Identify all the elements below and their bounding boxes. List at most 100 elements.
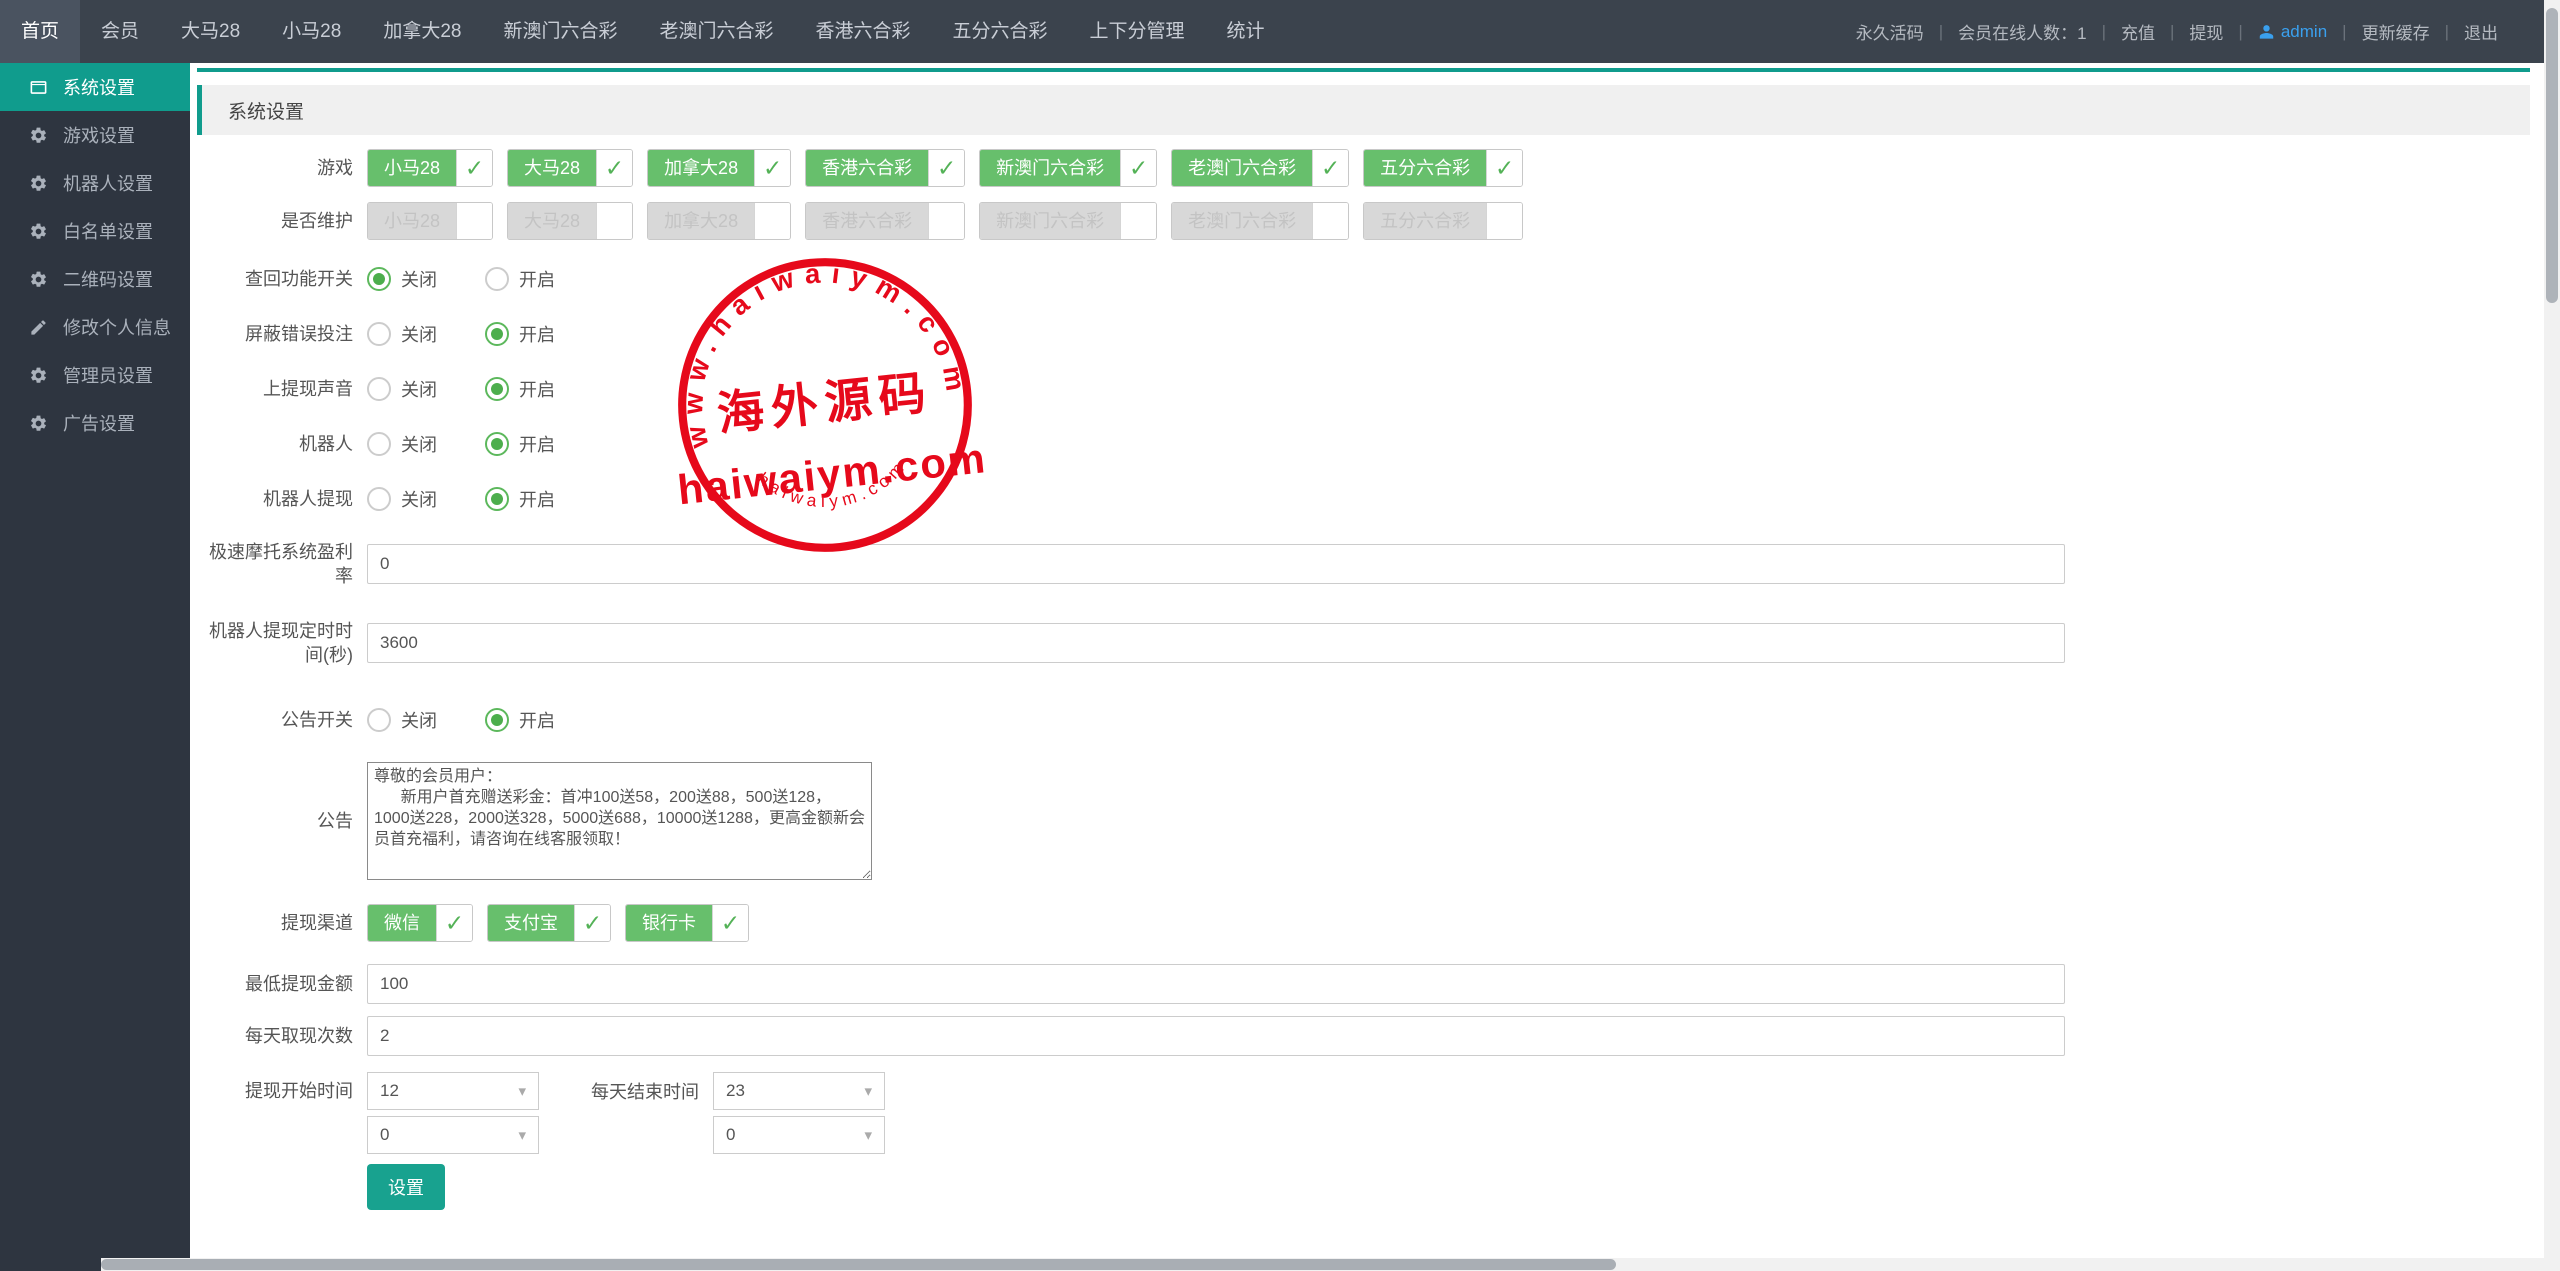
xiaoma28-toggle[interactable]: 小马28 xyxy=(367,202,493,240)
withdraw-sound-row: 上提现声音 关闭 开启 xyxy=(197,376,2530,402)
nav-item-label: 上下分管理 xyxy=(1090,21,1185,42)
check-icon[interactable] xyxy=(1312,203,1348,239)
nav-item-label: 会员 xyxy=(101,21,139,42)
form-label: 是否维护 xyxy=(197,209,353,233)
check-icon[interactable] xyxy=(456,203,492,239)
radio-on[interactable] xyxy=(485,267,509,291)
check-icon[interactable]: ✓ xyxy=(456,150,492,186)
withdraw-end-minute-select[interactable]: 0 ▾ xyxy=(713,1116,885,1154)
logout-link[interactable]: 退出 xyxy=(2464,19,2498,44)
radio-on[interactable] xyxy=(485,322,509,346)
toggle-label: 新澳门六合彩 xyxy=(980,150,1120,186)
radio-on-label: 开启 xyxy=(519,266,555,292)
nav-item-hongkong-lottery[interactable]: 香港六合彩 xyxy=(794,0,931,63)
radio-off[interactable] xyxy=(367,432,391,456)
vertical-scrollbar-thumb[interactable] xyxy=(2546,8,2558,303)
withdraw-end-hour-select[interactable]: 23 ▾ xyxy=(713,1072,885,1110)
daily-withdraw-count-input[interactable] xyxy=(367,1016,2065,1056)
nav-item-stats[interactable]: 统计 xyxy=(1206,0,1286,63)
radio-off[interactable] xyxy=(367,487,391,511)
nav-item-home[interactable]: 首页 xyxy=(0,0,80,63)
check-icon[interactable]: ✓ xyxy=(754,150,790,186)
bankcard-toggle[interactable]: 银行卡 ✓ xyxy=(625,904,749,942)
check-icon[interactable]: ✓ xyxy=(928,150,964,186)
wufen-toggle[interactable]: 五分六合彩 xyxy=(1363,202,1523,240)
dama28-toggle[interactable]: 大马28 ✓ xyxy=(507,149,633,187)
perma-link[interactable]: 永久活码 xyxy=(1856,19,1924,44)
sidebar-item-admin-settings[interactable]: 管理员设置 xyxy=(0,351,190,399)
check-icon[interactable] xyxy=(1486,203,1522,239)
wufen-toggle[interactable]: 五分六合彩 ✓ xyxy=(1363,149,1523,187)
radio-on[interactable] xyxy=(485,432,509,456)
vertical-scrollbar[interactable] xyxy=(2544,0,2560,1258)
horizontal-scrollbar-thumb[interactable] xyxy=(101,1259,1616,1270)
check-icon[interactable] xyxy=(596,203,632,239)
alipay-toggle[interactable]: 支付宝 ✓ xyxy=(487,904,611,942)
check-icon[interactable] xyxy=(928,203,964,239)
radio-off-label: 关闭 xyxy=(401,266,437,292)
withdraw-start-hour-select[interactable]: 12 ▾ xyxy=(367,1072,539,1110)
sidebar-item-system-settings[interactable]: 系统设置 xyxy=(0,63,190,111)
canada28-toggle[interactable]: 加拿大28 ✓ xyxy=(647,149,791,187)
check-icon[interactable]: ✓ xyxy=(1312,150,1348,186)
wechat-toggle[interactable]: 微信 ✓ xyxy=(367,904,473,942)
radio-on[interactable] xyxy=(485,708,509,732)
withdraw-link[interactable]: 提现 xyxy=(2189,19,2223,44)
nav-item-new-macau-lottery[interactable]: 新澳门六合彩 xyxy=(482,0,638,63)
horizontal-scrollbar[interactable] xyxy=(0,1258,2560,1271)
nav-item-updown-manage[interactable]: 上下分管理 xyxy=(1069,0,1206,63)
toggle-label: 加拿大28 xyxy=(648,150,754,186)
radio-off[interactable] xyxy=(367,267,391,291)
check-icon[interactable]: ✓ xyxy=(1486,150,1522,186)
sidebar-item-label: 机器人设置 xyxy=(63,170,153,196)
nav-item-xiaoma28[interactable]: 小马28 xyxy=(261,0,362,63)
radio-off[interactable] xyxy=(367,377,391,401)
submit-button[interactable]: 设置 xyxy=(367,1164,445,1210)
chevron-down-icon: ▾ xyxy=(518,1082,526,1100)
old-macau-toggle[interactable]: 老澳门六合彩 xyxy=(1171,202,1349,240)
refresh-cache-link[interactable]: 更新缓存 xyxy=(2362,19,2430,44)
radio-off[interactable] xyxy=(367,708,391,732)
recharge-link[interactable]: 充值 xyxy=(2121,19,2155,44)
profit-rate-input[interactable] xyxy=(367,544,2065,584)
nav-item-wufen-lottery[interactable]: 五分六合彩 xyxy=(932,0,1069,63)
dama28-toggle[interactable]: 大马28 xyxy=(507,202,633,240)
check-icon[interactable]: ✓ xyxy=(1120,150,1156,186)
hongkong-toggle[interactable]: 香港六合彩 xyxy=(805,202,965,240)
toggle-label: 支付宝 xyxy=(488,905,574,941)
check-icon[interactable] xyxy=(1120,203,1156,239)
sidebar-item-whitelist-settings[interactable]: 白名单设置 xyxy=(0,207,190,255)
nav-item-label: 新澳门六合彩 xyxy=(503,21,617,42)
new-macau-toggle[interactable]: 新澳门六合彩 xyxy=(979,202,1157,240)
admin-menu[interactable]: admin xyxy=(2258,22,2327,42)
sidebar-item-ad-settings[interactable]: 广告设置 xyxy=(0,399,190,447)
radio-off-label: 关闭 xyxy=(401,376,437,402)
old-macau-toggle[interactable]: 老澳门六合彩 ✓ xyxy=(1171,149,1349,187)
hongkong-toggle[interactable]: 香港六合彩 ✓ xyxy=(805,149,965,187)
nav-item-dama28[interactable]: 大马28 xyxy=(160,0,261,63)
nav-item-old-macau-lottery[interactable]: 老澳门六合彩 xyxy=(638,0,794,63)
new-macau-toggle[interactable]: 新澳门六合彩 ✓ xyxy=(979,149,1157,187)
notice-textarea[interactable]: 尊敬的会员用户： 新用户首充赠送彩金：首冲100送58，200送88，500送1… xyxy=(367,762,872,880)
xiaoma28-toggle[interactable]: 小马28 ✓ xyxy=(367,149,493,187)
min-withdraw-input[interactable] xyxy=(367,964,2065,1004)
sidebar-item-edit-profile[interactable]: 修改个人信息 xyxy=(0,303,190,351)
withdraw-start-minute-select[interactable]: 0 ▾ xyxy=(367,1116,539,1154)
nav-item-canada28[interactable]: 加拿大28 xyxy=(362,0,482,63)
nav-item-members[interactable]: 会员 xyxy=(80,0,160,63)
check-icon[interactable] xyxy=(754,203,790,239)
sidebar-item-game-settings[interactable]: 游戏设置 xyxy=(0,111,190,159)
radio-on[interactable] xyxy=(485,487,509,511)
radio-off[interactable] xyxy=(367,322,391,346)
check-icon[interactable]: ✓ xyxy=(574,905,610,941)
toggle-label: 老澳门六合彩 xyxy=(1172,150,1312,186)
sidebar-item-qrcode-settings[interactable]: 二维码设置 xyxy=(0,255,190,303)
check-icon[interactable]: ✓ xyxy=(712,905,748,941)
sidebar-item-robot-settings[interactable]: 机器人设置 xyxy=(0,159,190,207)
check-icon[interactable]: ✓ xyxy=(436,905,472,941)
separator: | xyxy=(2342,22,2346,42)
canada28-toggle[interactable]: 加拿大28 xyxy=(647,202,791,240)
robot-withdraw-time-input[interactable] xyxy=(367,623,2065,663)
check-icon[interactable]: ✓ xyxy=(596,150,632,186)
radio-on[interactable] xyxy=(485,377,509,401)
